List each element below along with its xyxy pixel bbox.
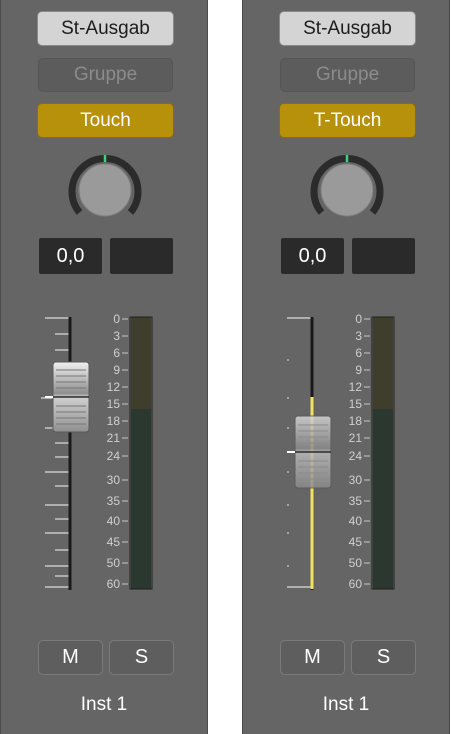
meter-scale-label: 9: [355, 363, 362, 377]
meter-scale-label: 35: [349, 494, 363, 508]
fader-scale: [41, 317, 69, 588]
group-button[interactable]: Gruppe: [38, 58, 173, 92]
meter-scale-label: 21: [349, 431, 363, 445]
meter-scale-label: 45: [349, 535, 363, 549]
meter-scale-label: 6: [355, 346, 362, 360]
meter-scale-label: 60: [349, 577, 363, 591]
level-meter: [129, 316, 153, 590]
meter-scale: 0 3 6 9 12 15 18 21 24 30 35 40 45 50 60: [107, 312, 128, 591]
group-button[interactable]: Gruppe: [280, 58, 415, 92]
volume-fader-area: 0 3 6 9 12 15 18 21 24 30 35 40 45 50 60: [41, 312, 153, 591]
channel-strip-1: St-Ausgab Gruppe Touch 0,0 0 3 6 9 12 15…: [0, 0, 208, 734]
meter-scale-label: 12: [107, 380, 121, 394]
solo-button[interactable]: S: [109, 640, 174, 675]
channel-name[interactable]: Inst 1: [243, 694, 449, 716]
meter-scale-label: 0: [355, 312, 362, 326]
meter-scale-label: 21: [107, 431, 121, 445]
meter-scale-label: 3: [355, 329, 362, 343]
solo-button[interactable]: S: [351, 640, 416, 675]
channel-strip-2: St-Ausgab Gruppe T-Touch 0,0 0 3 6 9 12 …: [242, 0, 450, 734]
peak-display[interactable]: [110, 238, 173, 274]
meter-scale-label: 40: [107, 514, 121, 528]
fader-cap-icon: [45, 361, 90, 433]
meter-scale-label: 24: [349, 449, 363, 463]
meter-scale-label: 30: [107, 473, 121, 487]
meter-scale-label: 45: [107, 535, 121, 549]
meter-scale-label: 12: [349, 380, 363, 394]
meter-scale-label: 30: [349, 473, 363, 487]
level-meter: [371, 316, 395, 590]
meter-scale-label: 9: [113, 363, 120, 377]
meter-scale-label: 15: [349, 397, 363, 411]
peak-display[interactable]: [352, 238, 415, 274]
meter-scale-label: 3: [113, 329, 120, 343]
pan-knob-icon[interactable]: [67, 152, 143, 224]
pan-knob-icon[interactable]: [309, 152, 385, 224]
output-button[interactable]: St-Ausgab: [279, 11, 416, 46]
meter-scale-label: 50: [107, 556, 121, 570]
fader-scale-dots: [287, 359, 289, 567]
volume-fader-area: 0 3 6 9 12 15 18 21 24 30 35 40 45 50 60: [287, 312, 395, 591]
mute-button[interactable]: M: [38, 640, 103, 675]
meter-scale-label: 24: [107, 449, 121, 463]
meter-scale-label: 40: [349, 514, 363, 528]
channel-name[interactable]: Inst 1: [1, 694, 207, 716]
automation-mode-button[interactable]: Touch: [37, 103, 174, 138]
meter-scale-label: 50: [349, 556, 363, 570]
meter-scale-label: 18: [107, 414, 121, 428]
volume-display[interactable]: 0,0: [281, 238, 344, 274]
fader-cap-icon: [287, 415, 332, 489]
meter-scale: 0 3 6 9 12 15 18 21 24 30 35 40 45 50 60: [349, 312, 370, 591]
volume-display[interactable]: 0,0: [39, 238, 102, 274]
meter-scale-label: 0: [113, 312, 120, 326]
mute-button[interactable]: M: [280, 640, 345, 675]
output-button[interactable]: St-Ausgab: [37, 11, 174, 46]
automation-mode-button[interactable]: T-Touch: [279, 103, 416, 138]
meter-scale-label: 6: [113, 346, 120, 360]
meter-scale-label: 60: [107, 577, 121, 591]
meter-scale-label: 18: [349, 414, 363, 428]
meter-scale-label: 35: [107, 494, 121, 508]
meter-scale-label: 15: [107, 397, 121, 411]
